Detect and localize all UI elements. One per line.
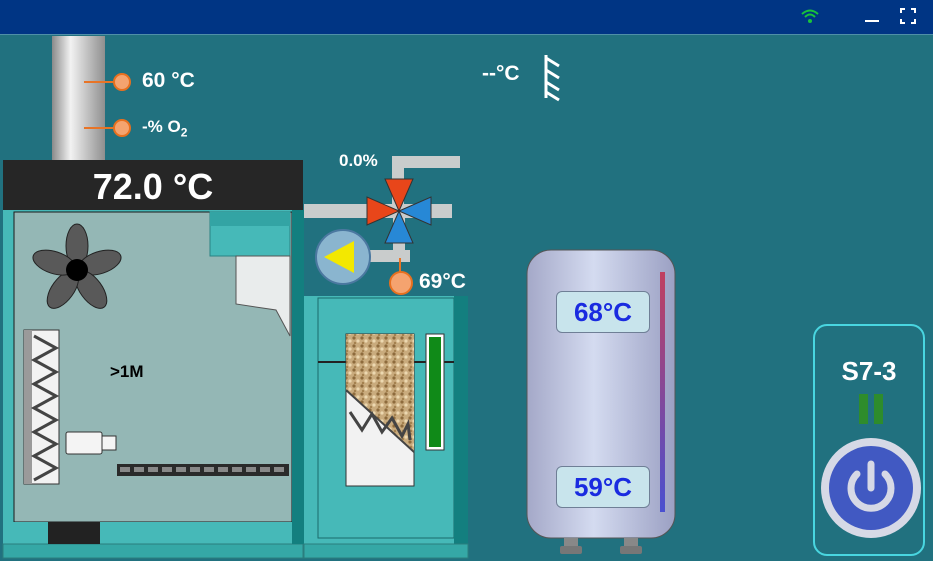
flue-temperature: 60 °C bbox=[142, 69, 195, 92]
mixing-valve-icon bbox=[366, 178, 432, 244]
controller-panel: S7-3 bbox=[813, 324, 925, 556]
boiler-header: 72.0 °C bbox=[3, 160, 303, 210]
return-temperature: 69°C bbox=[419, 270, 466, 293]
flue-temp-sensor bbox=[113, 73, 131, 91]
power-button[interactable] bbox=[821, 438, 921, 538]
mixing-valve-percent: 0.0% bbox=[339, 151, 378, 170]
controller-name: S7-3 bbox=[841, 356, 897, 386]
outdoor-temperature: --°C bbox=[482, 62, 520, 85]
pump-icon bbox=[315, 229, 371, 285]
tank-top-temperature: 68°C bbox=[556, 291, 650, 333]
boiler-temperature: 72.0 °C bbox=[92, 166, 214, 207]
chimney bbox=[52, 36, 105, 162]
oxygen-sensor bbox=[113, 119, 131, 137]
outdoor-sensor-icon bbox=[544, 55, 560, 102]
heating-system-diagram bbox=[2, 36, 676, 559]
power-icon bbox=[847, 460, 895, 512]
oxygen-level: -% O2 bbox=[142, 117, 188, 140]
return-temp-sensor bbox=[389, 271, 413, 295]
pellet-level-bar bbox=[429, 337, 441, 447]
tank-bottom-temperature: 59°C bbox=[556, 466, 650, 508]
fan-time: >1M bbox=[110, 362, 144, 381]
